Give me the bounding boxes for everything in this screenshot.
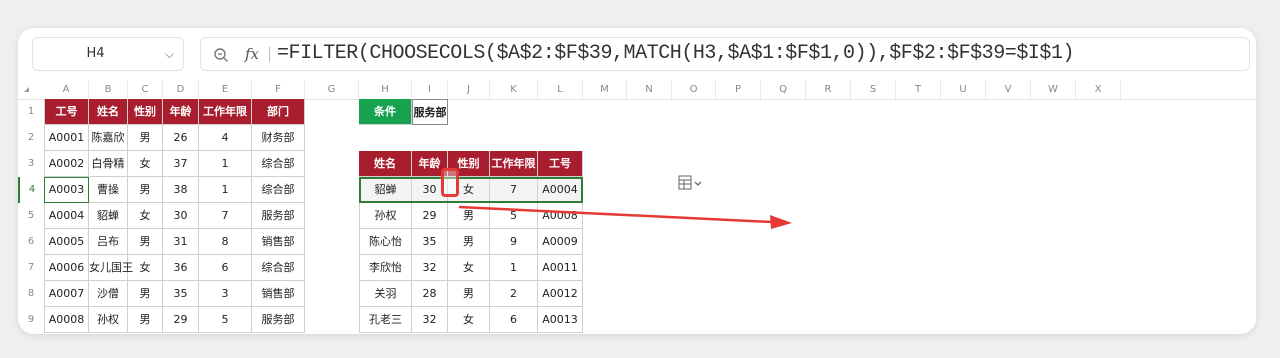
paste-options-icon[interactable] — [678, 175, 704, 191]
arrow-annotation — [458, 205, 792, 229]
